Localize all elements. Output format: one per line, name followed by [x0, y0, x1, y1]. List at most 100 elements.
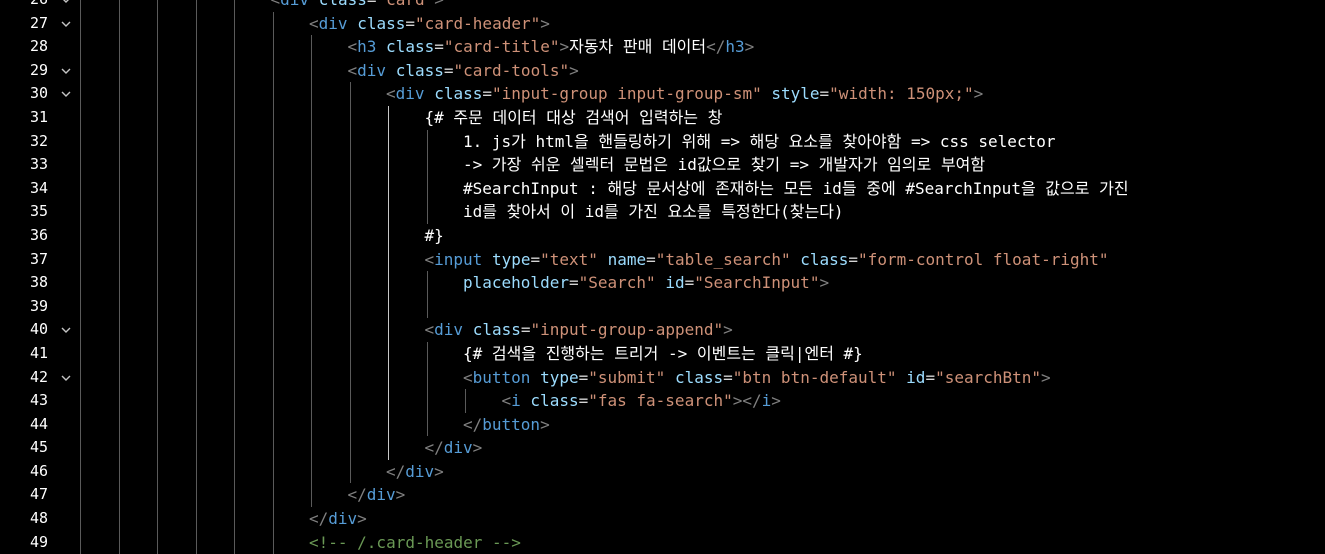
indent-guide	[234, 58, 235, 83]
code-line[interactable]: 36 #}	[0, 223, 1325, 248]
indent-guide	[272, 105, 274, 130]
indent-guide	[272, 341, 274, 366]
fold-chevron-down-icon[interactable]	[58, 366, 74, 390]
fold-chevron-down-icon[interactable]	[58, 82, 74, 106]
code-token: class	[434, 84, 483, 104]
indent-guide	[80, 35, 81, 59]
indent-guide	[195, 389, 197, 413]
indent-guide	[349, 271, 351, 295]
code-token: class	[472, 320, 521, 340]
code-token: button	[482, 414, 541, 434]
indent-guide	[234, 223, 235, 248]
indent-guide	[426, 153, 428, 177]
indent-guide	[118, 58, 120, 83]
indent-guide	[272, 483, 274, 508]
indent-guide	[388, 412, 389, 437]
code-token: class	[319, 0, 367, 9]
code-token: div	[318, 13, 348, 33]
indent-guide	[157, 389, 158, 413]
indent-guide	[311, 389, 312, 413]
fold-chevron-down-icon[interactable]	[58, 59, 74, 83]
indent-guide	[195, 412, 197, 437]
code-token: =	[578, 367, 589, 387]
code-line[interactable]: 33 -> 가장 쉬운 셀렉터 문법은 id값으로 찾기 => 개발자가 임의로 …	[0, 153, 1325, 177]
indent-guide	[80, 105, 81, 130]
code-line[interactable]: 44 </button>	[0, 412, 1325, 437]
indent-guide	[234, 341, 235, 366]
line-number: 37	[29, 249, 48, 268]
indent-guide	[118, 436, 120, 460]
code-content: <div class="input-group input-group-sm" …	[386, 82, 983, 106]
indent-guide	[272, 318, 274, 342]
code-line[interactable]: 39	[0, 294, 1325, 319]
code-editor[interactable]: 26<div class="card">27<div class="card-h…	[0, 0, 1325, 554]
indent-guide	[388, 200, 389, 224]
code-token: >	[559, 37, 570, 57]
code-line[interactable]: 47 </div>	[0, 483, 1325, 508]
code-token: type	[540, 367, 579, 387]
code-line[interactable]: 35 id를 찾아서 이 id를 가진 요소를 특정한다(찾는다)	[0, 200, 1325, 224]
indent-guide	[426, 341, 428, 366]
indent-guide	[311, 247, 312, 272]
code-line[interactable]: 48 </div>	[0, 507, 1325, 531]
indent-guide	[272, 389, 274, 413]
code-line[interactable]: 45 </div>	[0, 436, 1325, 460]
indent-guide	[234, 459, 235, 484]
indent-guide	[349, 436, 351, 460]
line-number: 49	[29, 532, 48, 551]
indent-guide	[349, 129, 351, 154]
indent-guide	[157, 294, 158, 319]
indent-guide	[195, 318, 197, 342]
code-token: <	[424, 320, 435, 340]
code-line[interactable]: 32 1. js가 html을 핸들링하기 위해 => 해당 요소를 찾아야함 =…	[0, 129, 1325, 154]
indent-guide	[234, 294, 235, 319]
indent-guide	[157, 35, 158, 59]
indent-guide	[311, 153, 312, 177]
indent-guide	[234, 365, 235, 390]
indent-guide	[272, 223, 274, 248]
indent-guide	[195, 341, 197, 366]
indent-guide	[388, 294, 389, 319]
indent-guide	[349, 365, 351, 390]
indent-guide	[311, 176, 312, 201]
code-token: </	[706, 37, 726, 57]
code-token: =	[405, 13, 415, 33]
code-line[interactable]: 37 <input type="text" name="table_search"…	[0, 247, 1325, 272]
code-line[interactable]: 30 <div class="input-group input-group-sm…	[0, 82, 1325, 106]
code-line[interactable]: 42 <button type="submit" class="btn btn-d…	[0, 365, 1325, 390]
fold-chevron-down-icon[interactable]	[58, 318, 74, 342]
fold-chevron-down-icon[interactable]	[58, 0, 74, 12]
code-token: ></	[732, 391, 762, 411]
line-number: 43	[29, 391, 48, 410]
code-line[interactable]: 49 <!-- /.card-header -->	[0, 530, 1325, 554]
code-line[interactable]: 40 <div class="input-group-append">	[0, 318, 1325, 342]
code-line[interactable]: 26 <div class="card">	[0, 0, 1325, 12]
code-token: div	[366, 485, 396, 505]
indent-guide	[426, 412, 428, 437]
code-line[interactable]: 31 {# 주문 데이터 대상 검색어 입력하는 창	[0, 105, 1325, 130]
code-line[interactable]: 43 <i class="fas fa-search"></i>	[0, 389, 1325, 413]
code-line[interactable]: 34 #SearchInput : 해당 문서상에 존재하는 모든 id들 중에 …	[0, 176, 1325, 201]
line-number: 40	[29, 320, 48, 339]
code-line[interactable]: 29 <div class="card-tools">	[0, 58, 1325, 83]
code-token: div	[405, 461, 435, 481]
code-line[interactable]: 46 </div>	[0, 459, 1325, 484]
code-content: <i class="fas fa-search"></i>	[502, 389, 781, 413]
indent-guide	[349, 341, 351, 366]
indent-guide	[157, 271, 158, 295]
code-line[interactable]: 28 <h3 class="card-title">자동차 판매 데이터</h3>	[0, 35, 1325, 59]
indent-guide	[118, 11, 120, 36]
code-content: </div>	[425, 436, 483, 460]
code-token: >	[434, 461, 444, 481]
indent-guide	[388, 176, 389, 201]
indent-guide	[80, 459, 81, 484]
code-line[interactable]: 41 {# 검색을 진행하는 트리거 -> 이벤트는 클릭|엔터 #}	[0, 341, 1325, 366]
code-line[interactable]: 27 <div class="card-header">	[0, 11, 1325, 36]
code-token: >	[472, 438, 483, 458]
fold-chevron-down-icon[interactable]	[58, 12, 74, 36]
indent-guide	[118, 389, 120, 413]
code-token: "fas fa-search"	[588, 391, 733, 411]
code-token: <	[347, 60, 358, 80]
code-line[interactable]: 38 placeholder="Search" id="SearchInput">	[0, 271, 1325, 295]
